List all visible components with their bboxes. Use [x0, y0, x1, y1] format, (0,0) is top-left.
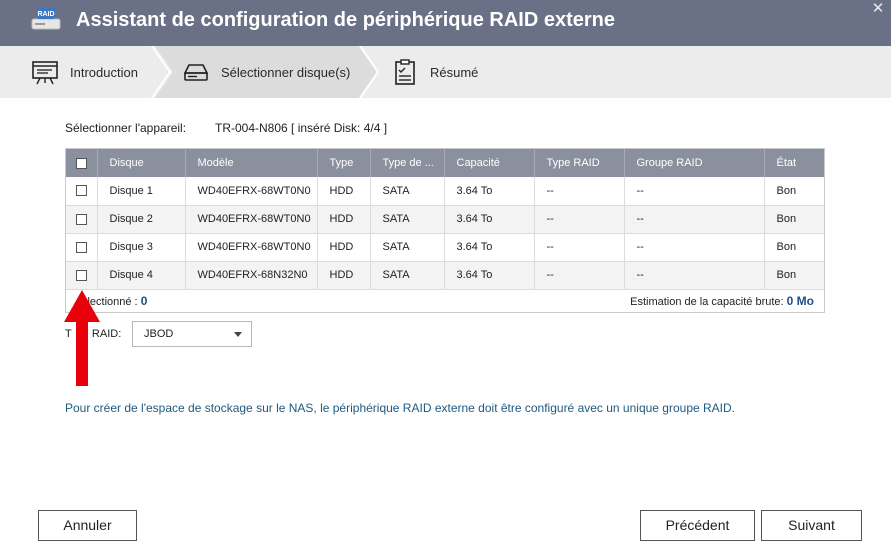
table-row[interactable]: Disque 3 WD40EFRX-68WT0N0 HDD SATA 3.64 … — [66, 233, 824, 261]
cell-interface: SATA — [370, 205, 445, 233]
previous-button[interactable]: Précédent — [640, 510, 755, 541]
cell-capacity: 3.64 To — [444, 205, 535, 233]
cell-raid-type: -- — [534, 261, 625, 289]
cell-type: HDD — [317, 205, 371, 233]
row-checkbox-cell — [66, 177, 98, 205]
table-row[interactable]: Disque 2 WD40EFRX-68WT0N0 HDD SATA 3.64 … — [66, 205, 824, 233]
close-icon[interactable]: ✕ — [871, 1, 885, 16]
device-value: TR-004-N806 [ inséré Disk: 4/4 ] — [215, 121, 388, 135]
row-checkbox[interactable] — [75, 241, 87, 253]
column-header-model[interactable]: Modèle — [185, 149, 318, 177]
cell-model: WD40EFRX-68WT0N0 — [185, 177, 318, 205]
cell-raid-group: -- — [624, 205, 765, 233]
select-all-checkbox[interactable] — [75, 157, 87, 169]
column-header-interface[interactable]: Type de ... — [370, 149, 445, 177]
step-label-select-disks: Sélectionner disque(s) — [221, 64, 351, 80]
capacity-summary: Estimation de la capacité brute: 0 Mo — [630, 294, 814, 308]
cell-raid-type: -- — [534, 233, 625, 261]
disk-table: Disque Modèle Type Type de ... Capacité … — [65, 148, 825, 313]
cell-capacity: 3.64 To — [444, 177, 535, 205]
app-icon-text: RAID — [37, 11, 54, 18]
cell-model: WD40EFRX-68WT0N0 — [185, 205, 318, 233]
cell-state: Bon — [776, 184, 797, 197]
cell-state: Bon — [776, 213, 797, 225]
cell-raid-group: -- — [624, 177, 765, 205]
row-checkbox[interactable] — [75, 185, 87, 197]
next-button[interactable]: Suivant — [761, 510, 862, 541]
cell-raid-group: -- — [624, 233, 765, 261]
row-checkbox[interactable] — [75, 213, 87, 225]
cell-disk: Disque 1 — [97, 177, 186, 205]
row-checkbox-cell — [66, 205, 98, 233]
cell-state: Bon — [776, 241, 797, 253]
cell-disk: Disque 3 — [97, 233, 186, 261]
cell-interface: SATA — [370, 177, 445, 205]
device-label: Sélectionner l'appareil: — [65, 121, 187, 135]
cell-interface: SATA — [370, 261, 445, 289]
cell-type: HDD — [317, 261, 371, 289]
cell-disk: Disque 4 — [97, 261, 186, 289]
drive-icon — [183, 64, 209, 81]
row-checkbox-cell — [66, 261, 98, 289]
table-row[interactable]: Disque 1 WD40EFRX-68WT0N0 HDD SATA 3.64 … — [66, 177, 824, 205]
info-text: Pour créer de l'espace de stockage sur l… — [65, 401, 736, 415]
wizard-steps: Introduction Sélectionner disque(s) Résu… — [0, 46, 891, 98]
raid-type-value: JBOD — [144, 328, 174, 340]
cell-disk: Disque 2 — [97, 205, 186, 233]
row-checkbox-cell — [66, 233, 98, 261]
cancel-button[interactable]: Annuler — [38, 510, 137, 541]
cell-state: Bon — [776, 269, 797, 281]
cell-capacity: 3.64 To — [444, 261, 535, 289]
cell-type: HDD — [317, 177, 371, 205]
raid-device-icon: RAID — [31, 7, 61, 30]
column-header-state[interactable]: État — [764, 149, 824, 177]
step-label-introduction: Introduction — [70, 64, 138, 80]
capacity-value: 0 Mo — [786, 293, 814, 308]
cell-model: WD40EFRX-68N32N0 — [185, 261, 318, 289]
raid-type-select[interactable]: JBOD — [132, 321, 252, 347]
cell-raid-type: -- — [534, 177, 625, 205]
select-all-cell — [66, 149, 98, 177]
column-header-type[interactable]: Type — [317, 149, 371, 177]
step-label-summary: Résumé — [430, 64, 479, 80]
cell-raid-group: -- — [624, 261, 765, 289]
presentation-board-icon — [32, 61, 58, 85]
table-header-row: Disque Modèle Type Type de ... Capacité … — [66, 149, 824, 177]
step-select-disks: Sélectionner disque(s) — [183, 46, 350, 98]
step-introduction: Introduction — [32, 46, 138, 98]
selected-count: 0 — [140, 293, 148, 308]
cell-type: HDD — [317, 233, 371, 261]
step-summary: Résumé — [392, 46, 478, 98]
window-title: Assistant de configuration de périphériq… — [76, 9, 615, 31]
column-header-raid-type[interactable]: Type RAID — [534, 149, 625, 177]
title-bar: RAID Assistant de configuration de périp… — [0, 0, 891, 46]
cell-model: WD40EFRX-68WT0N0 — [185, 233, 318, 261]
column-header-raid-group[interactable]: Groupe RAID — [624, 149, 765, 177]
column-header-disk[interactable]: Disque — [97, 149, 186, 177]
row-checkbox[interactable] — [75, 269, 87, 281]
cell-raid-type: -- — [534, 205, 625, 233]
cell-interface: SATA — [370, 233, 445, 261]
clipboard-checklist-icon — [395, 59, 415, 85]
capacity-label: Estimation de la capacité brute: — [630, 295, 784, 308]
step-separator — [151, 46, 172, 98]
annotation-up-arrow-icon — [64, 290, 100, 386]
chevron-down-icon — [234, 332, 242, 337]
column-header-capacity[interactable]: Capacité — [444, 149, 535, 177]
cell-capacity: 3.64 To — [444, 233, 535, 261]
table-footer: Sélectionné : 0 Estimation de la capacit… — [66, 289, 824, 312]
table-row[interactable]: Disque 4 WD40EFRX-68N32N0 HDD SATA 3.64 … — [66, 261, 824, 289]
